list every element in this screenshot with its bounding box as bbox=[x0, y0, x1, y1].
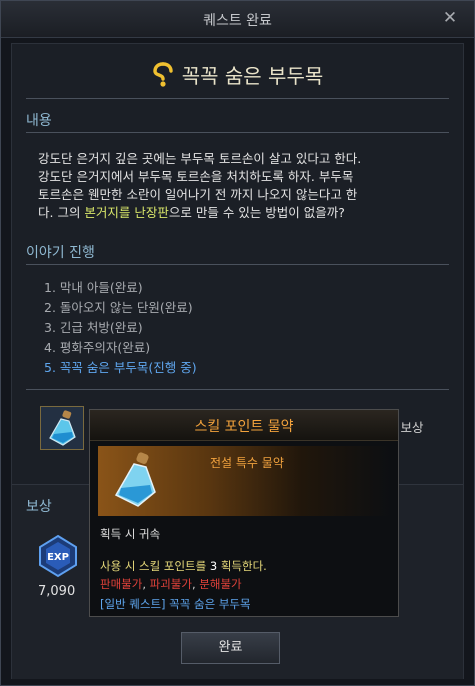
title-bar[interactable]: 퀘스트 완료 ✕ bbox=[1, 1, 474, 38]
quest-complete-window: 퀘스트 완료 ✕ 꼭꼭 숨은 부두목 내용 강도단 은거지 깊은 곳에는 부두목… bbox=[0, 0, 475, 686]
reward-item-slot[interactable] bbox=[40, 406, 84, 450]
description-line: 강도단 은거지 깊은 곳에는 부두목 토르손이 살고 있다고 한다. bbox=[38, 151, 362, 166]
reward-header: 보상 bbox=[26, 499, 52, 515]
divider bbox=[26, 389, 449, 390]
story-step-current: 5. 꼭꼭 숨은 부두목(진행 중) bbox=[44, 360, 197, 375]
exp-reward[interactable]: EXP bbox=[36, 534, 80, 578]
tooltip-item-name: 스킬 포인트 물약 bbox=[194, 419, 294, 435]
tooltip-header: 스킬 포인트 물약 bbox=[90, 410, 398, 441]
content-header: 내용 bbox=[26, 113, 52, 129]
description-line: 강도단 은거지에서 부두목 토르손을 처치하도록 하자. 부두목 bbox=[38, 169, 354, 184]
story-step: 3. 긴급 처방(완료) bbox=[44, 320, 143, 335]
potion-icon bbox=[114, 452, 156, 507]
quest-description: 강도단 은거지 깊은 곳에는 부두목 토르손이 살고 있다고 한다. 강도단 은… bbox=[38, 150, 438, 222]
quest-title-text: 꼭꼭 숨은 부두목 bbox=[181, 64, 324, 88]
exp-icon: EXP bbox=[39, 534, 77, 578]
item-tooltip: 스킬 포인트 물약 전설 특수 물약 획득 시 귀속 사용 시 스킬 포인트를 … bbox=[89, 409, 399, 617]
story-step: 2. 돌아오지 않는 단원(완료) bbox=[44, 300, 193, 315]
description-line: 다. 그의 본거지를 난장판으로 만들 수 있는 방법이 없을까? bbox=[38, 205, 345, 220]
divider bbox=[26, 132, 449, 133]
tooltip-source: [일반 퀘스트] 꼭꼭 숨은 부두목 bbox=[100, 597, 251, 611]
potion-icon bbox=[49, 410, 76, 446]
story-steps: 1. 막내 아들(완료) 2. 돌아오지 않는 단원(완료) 3. 긴급 처방(… bbox=[44, 278, 197, 378]
window-title: 퀘스트 완료 bbox=[203, 13, 272, 29]
description-line: 토르손은 웬만한 소란이 일어나기 전 까지 나오지 않는다고 한 bbox=[38, 187, 358, 202]
exp-icon-label: EXP bbox=[47, 552, 69, 563]
story-step: 4. 평화주의자(완료) bbox=[44, 340, 151, 355]
tooltip-item-grade: 전설 특수 물약 bbox=[210, 456, 284, 470]
description-highlight: 본거지를 난장판 bbox=[84, 205, 169, 220]
divider bbox=[26, 98, 449, 99]
divider bbox=[26, 264, 449, 265]
tooltip-bind-info: 획득 시 귀속 bbox=[100, 527, 161, 541]
close-icon[interactable]: ✕ bbox=[440, 8, 460, 28]
story-header: 이야기 진행 bbox=[26, 245, 95, 261]
complete-button[interactable]: 완료 bbox=[181, 632, 280, 664]
quest-marker-icon bbox=[152, 62, 174, 93]
quest-title: 꼭꼭 숨은 부두목 bbox=[12, 60, 463, 93]
tooltip-restrictions: 판매불가, 파괴불가, 분해불가 bbox=[100, 577, 242, 591]
tooltip-usage: 사용 시 스킬 포인트를 3 획득한다. bbox=[100, 559, 267, 573]
exp-value: 7,090 bbox=[38, 584, 76, 599]
story-step: 1. 막내 아들(완료) bbox=[44, 280, 143, 295]
